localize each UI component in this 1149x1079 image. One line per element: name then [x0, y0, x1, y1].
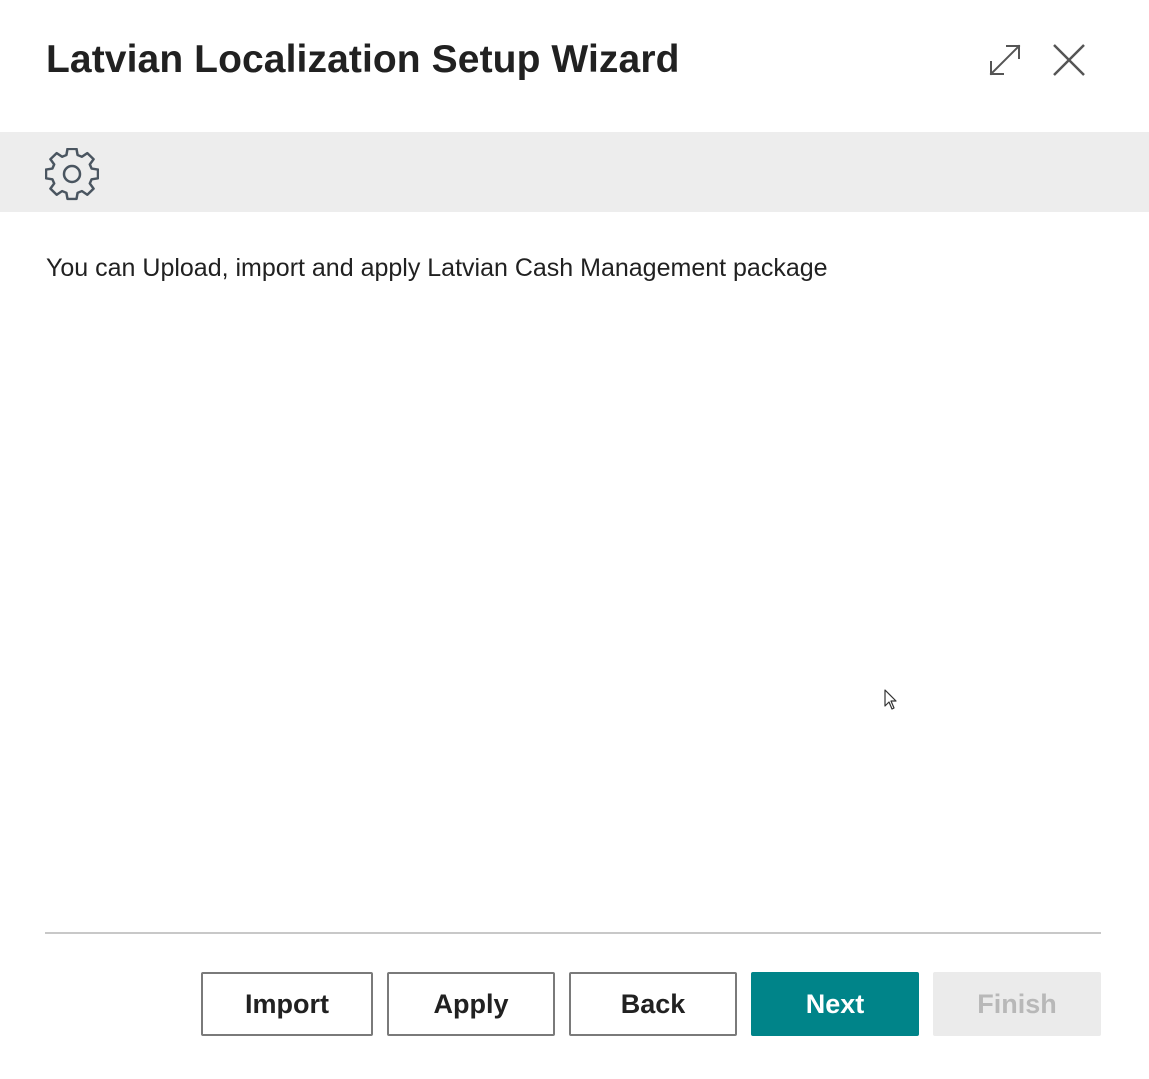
footer-divider	[45, 932, 1101, 934]
dialog-title: Latvian Localization Setup Wizard	[46, 38, 680, 81]
mouse-pointer-icon	[884, 689, 897, 710]
close-button[interactable]	[1049, 40, 1089, 80]
setup-wizard-dialog: Latvian Localization Setup Wizard You ca…	[0, 0, 1149, 1079]
finish-button[interactable]: Finish	[933, 972, 1101, 1036]
apply-button[interactable]: Apply	[387, 972, 555, 1036]
expand-button[interactable]	[985, 40, 1025, 80]
wizard-banner	[0, 132, 1149, 212]
next-button[interactable]: Next	[751, 972, 919, 1036]
gear-icon	[44, 147, 100, 202]
expand-icon	[989, 44, 1021, 76]
instruction-text: You can Upload, import and apply Latvian…	[46, 254, 828, 282]
close-icon	[1053, 44, 1085, 76]
back-button[interactable]: Back	[569, 972, 737, 1036]
import-button[interactable]: Import	[201, 972, 373, 1036]
